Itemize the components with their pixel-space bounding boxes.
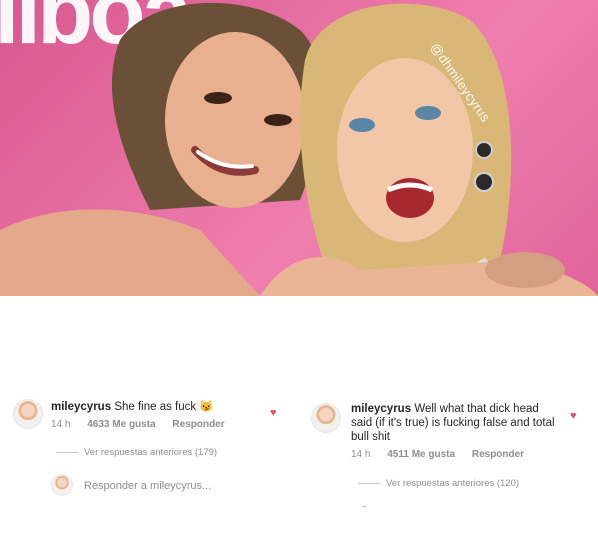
cat-emoji: 😼	[199, 401, 214, 413]
avatar	[51, 474, 73, 496]
heart-icon[interactable]: ♥	[570, 411, 577, 422]
comment-time: 14 h	[351, 449, 371, 460]
comment-body: She fine as fuck	[114, 401, 197, 413]
reply-button[interactable]: Responder	[172, 419, 224, 430]
divider	[363, 506, 366, 507]
comment-username[interactable]: mileycyrus	[51, 401, 111, 413]
comment-username[interactable]: mileycyrus	[351, 403, 411, 415]
view-previous-replies[interactable]: Ver respuestas anteriores (179)	[56, 447, 217, 458]
comment-meta: 14 h 4633 Me gusta Responder	[51, 419, 239, 430]
comment-time: 14 h	[51, 419, 71, 430]
divider	[358, 482, 380, 484]
post-photo: llboa @dhmileycyrus	[0, 0, 598, 296]
comment-meta: 14 h 4511 Me gusta Responder	[351, 449, 538, 460]
avatar[interactable]	[13, 399, 43, 429]
like-count[interactable]: 4511 Me gusta	[387, 449, 455, 460]
view-previous-replies[interactable]: Ver respuestas anteriores (120)	[358, 478, 519, 489]
reply-button[interactable]: Responder	[472, 449, 524, 460]
comment-text: mileycyrus She fine as fuck 😼	[51, 400, 251, 414]
comment-text: mileycyrus Well what that dick head said…	[351, 402, 561, 444]
comment-right: mileycyrus Well what that dick head said…	[300, 296, 598, 546]
photo-illustration	[0, 2, 598, 296]
reply-input[interactable]: Responder a mileycyrus...	[84, 480, 211, 492]
divider	[56, 451, 78, 453]
like-count[interactable]: 4633 Me gusta	[87, 419, 155, 430]
comment-left: mileycyrus She fine as fuck 😼 14 h 4633 …	[0, 296, 300, 546]
heart-icon[interactable]: ♥	[270, 408, 277, 419]
avatar[interactable]	[311, 403, 341, 433]
